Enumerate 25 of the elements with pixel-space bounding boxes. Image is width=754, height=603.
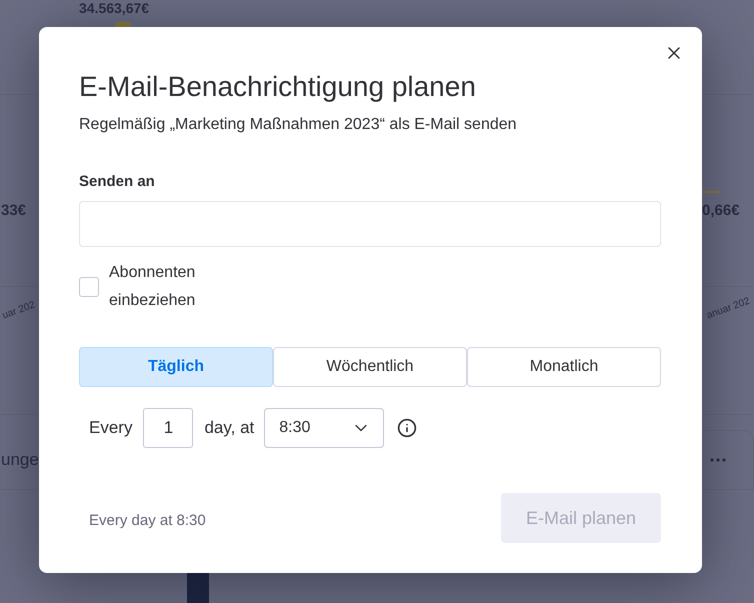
dialog-subtitle: Regelmäßig „Marketing Maßnahmen 2023“ als E-Mail senden — [79, 115, 517, 135]
chart-bar — [115, 22, 131, 27]
schedule-summary: Every day at 8:30 — [88, 510, 206, 531]
checkbox-label: Abonnenten einbeziehen — [109, 263, 196, 311]
checkbox[interactable] — [79, 277, 99, 297]
chart-bar — [187, 573, 209, 603]
frequency-tab[interactable]: Täglich — [79, 347, 273, 387]
field-label: Senden an — [79, 172, 155, 192]
frequency-tab[interactable]: Wöchentlich — [273, 347, 467, 387]
axis-label: anuar 202 — [705, 296, 752, 322]
interval-input[interactable]: 1 — [143, 408, 194, 448]
frequency-tab[interactable]: Monatlich — [467, 347, 661, 387]
value-label: 0,66€ — [702, 201, 740, 221]
unit-label: day, at — [204, 417, 254, 440]
axis-label: uar 202 — [0, 300, 37, 322]
chart-line — [702, 191, 720, 193]
card-title: unge — [1, 448, 39, 470]
more-icon[interactable] — [710, 458, 726, 462]
recipients-input[interactable] — [79, 201, 661, 247]
value-label: 33€ — [1, 201, 26, 221]
info-icon[interactable] — [397, 418, 418, 438]
time-select[interactable]: 8:30 — [264, 408, 384, 448]
total-value: 34.563,67€ — [79, 0, 150, 17]
every-label: Every — [89, 417, 132, 440]
dialog-title: E-Mail-Benachrichtigung planen — [79, 70, 476, 104]
